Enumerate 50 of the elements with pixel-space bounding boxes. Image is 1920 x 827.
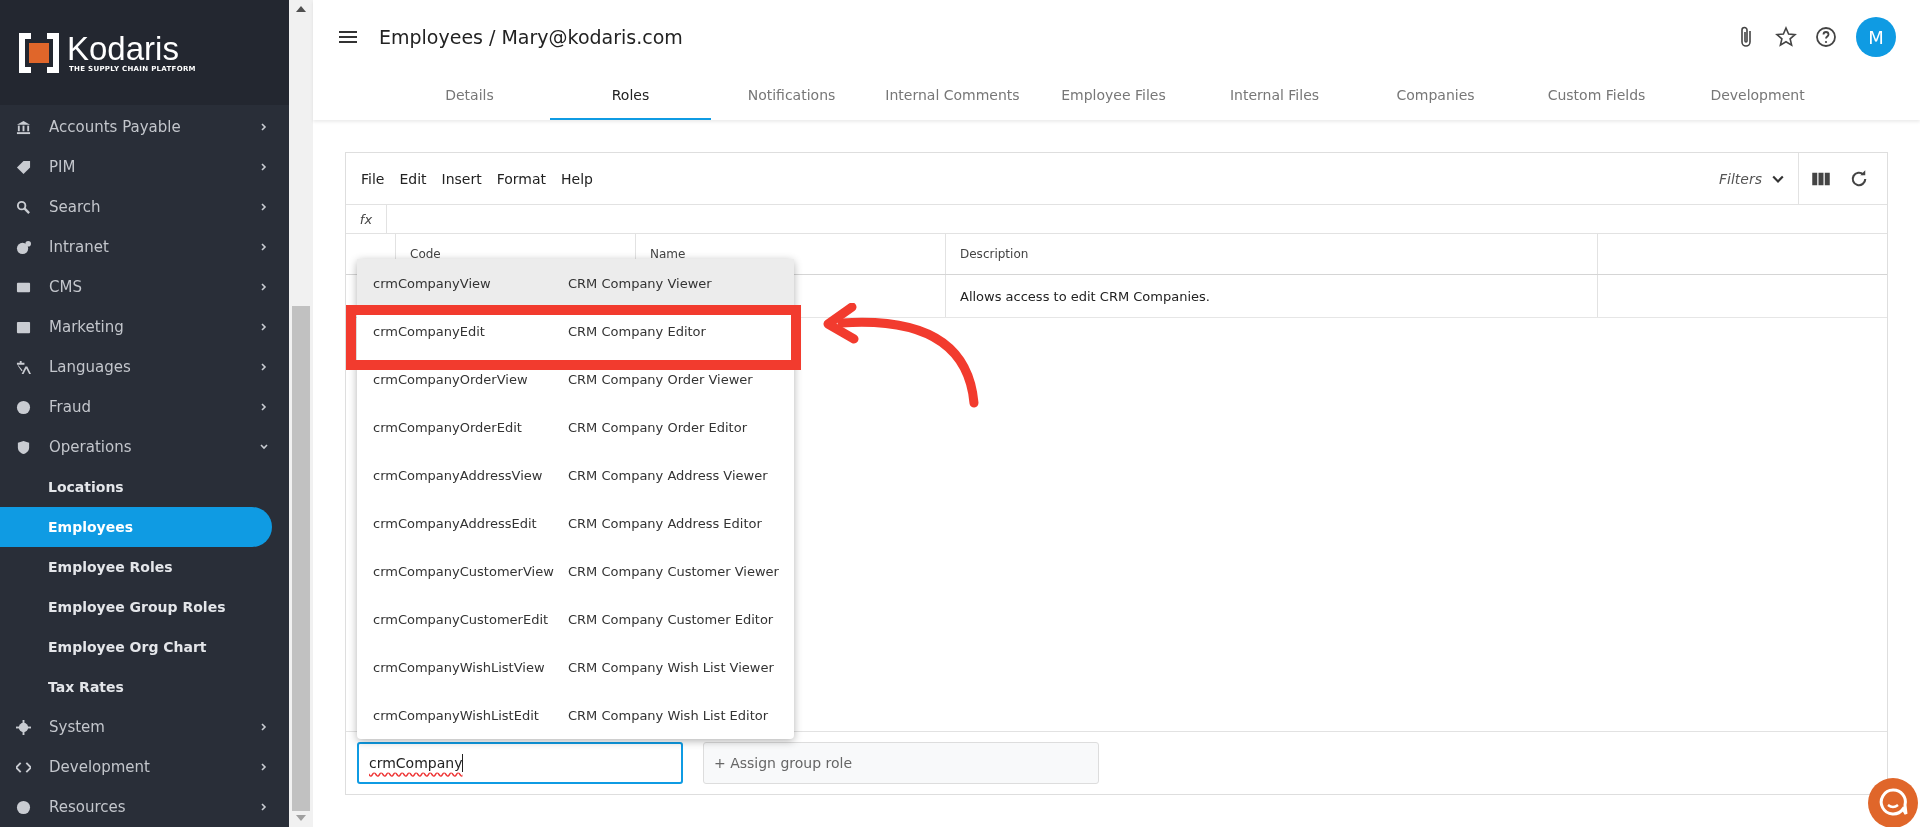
column-header[interactable]: Description [960,247,1029,261]
page-title: Employees / Mary@kodaris.com [379,26,683,48]
sidebar-item[interactable]: Intranet [0,227,289,267]
tab[interactable]: Development [1677,74,1838,120]
autocomplete-option[interactable]: crmCompanyCustomerView CRM Company Customer Viewer [357,547,794,595]
tab[interactable]: Internal Files [1194,74,1355,120]
autocomplete-option[interactable]: crmCompanyOrderEdit CRM Company Order Editor [357,403,794,451]
sidebar-subitem[interactable]: Employee Org Chart [0,627,272,667]
sidebar-subitem[interactable]: Tax Rates [0,667,272,707]
sidebar-subitem[interactable]: Locations [0,467,272,507]
sidebar-item[interactable]: PIM [0,147,289,187]
sidebar-item[interactable]: Fraud [0,387,289,427]
table-cell: Allows access to edit CRM Companies. [960,288,1210,304]
sidebar-item[interactable]: Accounts Payable [0,107,289,147]
sidebar-item[interactable]: Marketing [0,307,289,347]
menu-item[interactable]: Format [496,170,547,187]
tab[interactable]: Companies [1355,74,1516,120]
group-role-field[interactable]: + Assign group role [703,742,1099,784]
autocomplete-option[interactable]: crmCompanyAddressEdit CRM Company Address Editor [357,499,794,547]
column-header[interactable]: Code [410,247,441,261]
sidebar-item[interactable]: Development [0,747,289,787]
role-input-field[interactable]: crmCompany [357,742,683,784]
sidebar-subitem[interactable]: Employee Roles [0,547,272,587]
sidebar-item[interactable]: Resources [0,787,289,827]
filters-dropdown[interactable]: Filters [1719,170,1784,187]
tab[interactable]: Employee Files [1033,74,1194,120]
sidebar-item[interactable]: Operations [0,427,289,467]
autocomplete-option[interactable]: crmCompanyWishListEdit CRM Company Wish List Editor [357,691,794,739]
autocomplete-option[interactable]: crmCompanyWishListView CRM Company Wish List Viewer [357,643,794,691]
sidebar-item[interactable]: Languages [0,347,289,387]
menu-item[interactable]: File [361,170,385,187]
autocomplete-option[interactable]: crmCompanyView CRM Company Viewer [357,259,794,307]
autocomplete-option[interactable]: crmCompanyAddressView CRM Company Address Viewer [357,451,794,499]
autocomplete-option[interactable]: crmCompanyCustomerEdit CRM Company Customer Editor [357,595,794,643]
autocomplete-option[interactable]: crmCompanyEdit CRM Company Editor [346,305,801,370]
sidebar-item[interactable]: Search [0,187,289,227]
logo-name: Kodaris [67,32,179,65]
sidebar-item[interactable]: CMS [0,267,289,307]
menu-item[interactable]: Insert [441,170,482,187]
menu-item[interactable]: Edit [399,170,427,187]
sidebar-item[interactable]: System [0,707,289,747]
sidebar-subitem[interactable]: Employee Group Roles [0,587,272,627]
column-header[interactable]: Name [650,247,686,261]
tab[interactable]: Notifications [711,74,872,120]
tab[interactable]: Internal Comments [872,74,1033,120]
tab[interactable]: Custom Fields [1516,74,1677,120]
tab[interactable]: Roles [550,74,711,120]
tab[interactable]: Details [389,74,550,120]
formula-label: fx [358,211,374,227]
menu-item[interactable]: Help [561,170,593,187]
